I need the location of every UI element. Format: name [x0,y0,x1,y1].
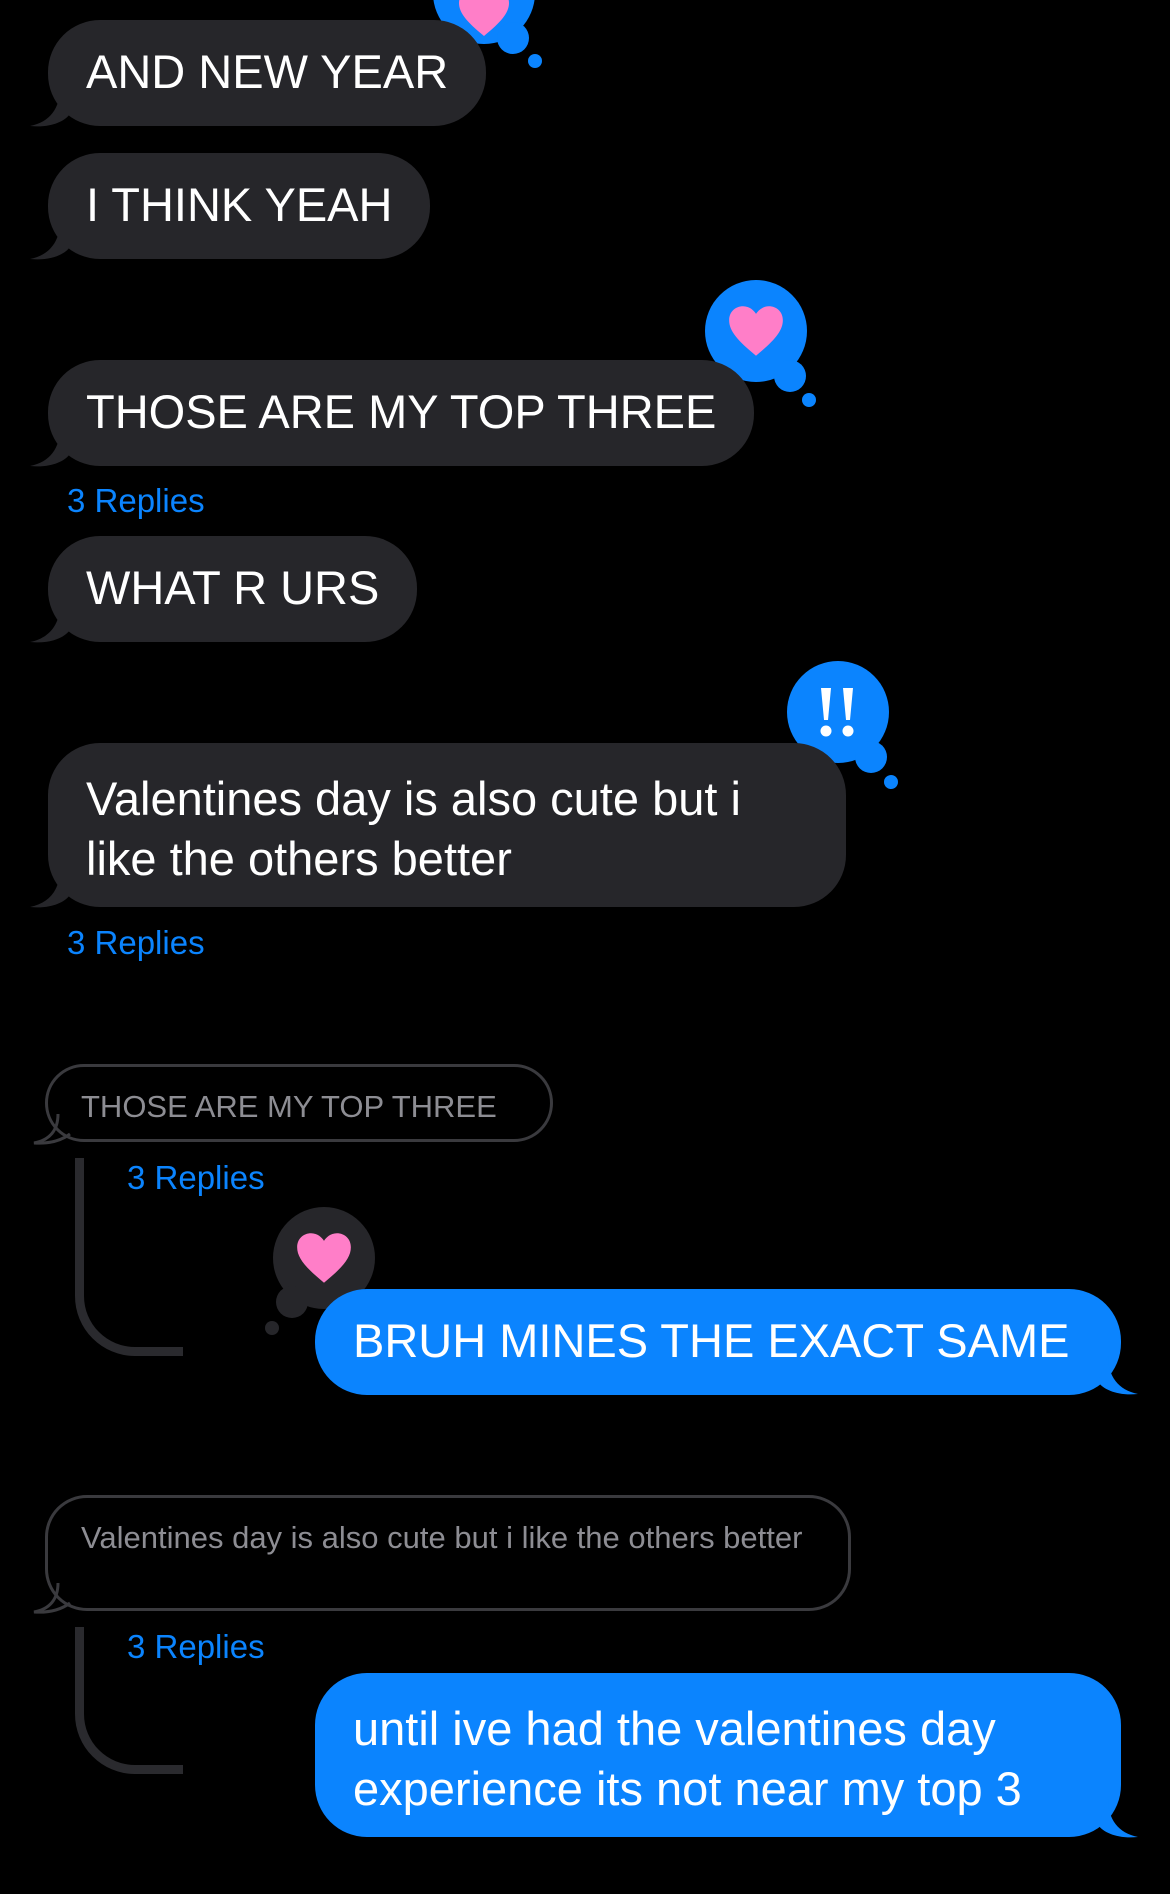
incoming-message[interactable]: AND NEW YEAR [48,20,487,126]
quoted-bubble-tail [33,1582,71,1614]
bubble-tail [1098,1356,1138,1395]
bubble-tail [30,604,70,643]
replies-link[interactable]: 3 Replies [127,1627,265,1667]
outgoing-message[interactable]: BRUH MINES THE EXACT SAME [315,1289,1121,1395]
bubble-tail [30,88,70,127]
tapback-dot [884,775,898,789]
tapback-dot [276,1286,308,1318]
tapback-dot [265,1321,279,1335]
bubble-tail [30,221,70,260]
heart-icon [297,1233,351,1283]
heart-icon [729,306,783,356]
incoming-message[interactable]: I THINK YEAH [48,153,431,259]
tapback-dot [528,54,542,68]
bubble-tail [1098,1799,1138,1838]
incoming-message[interactable]: Valentines day is also cute but i like t… [48,743,846,907]
tapback-dot [774,360,806,392]
quoted-message[interactable]: THOSE ARE MY TOP THREE [45,1064,553,1142]
quoted-message[interactable]: Valentines day is also cute but i like t… [45,1495,851,1611]
tapback-dot [855,741,887,773]
incoming-message[interactable]: WHAT R URS [48,536,418,642]
incoming-message[interactable]: THOSE ARE MY TOP THREE [48,360,755,466]
tapback-dot [497,22,529,54]
bubble-tail [30,869,70,908]
bubble-tail [30,428,70,467]
outgoing-message[interactable]: until ive had the valentines day experie… [315,1673,1121,1837]
tapback-dot [802,393,816,407]
replies-link[interactable]: 3 Replies [67,923,205,963]
quoted-bubble-tail [33,1113,71,1145]
double-exclamation-icon [820,688,854,737]
replies-link[interactable]: 3 Replies [67,481,205,521]
replies-link[interactable]: 3 Replies [127,1158,265,1198]
